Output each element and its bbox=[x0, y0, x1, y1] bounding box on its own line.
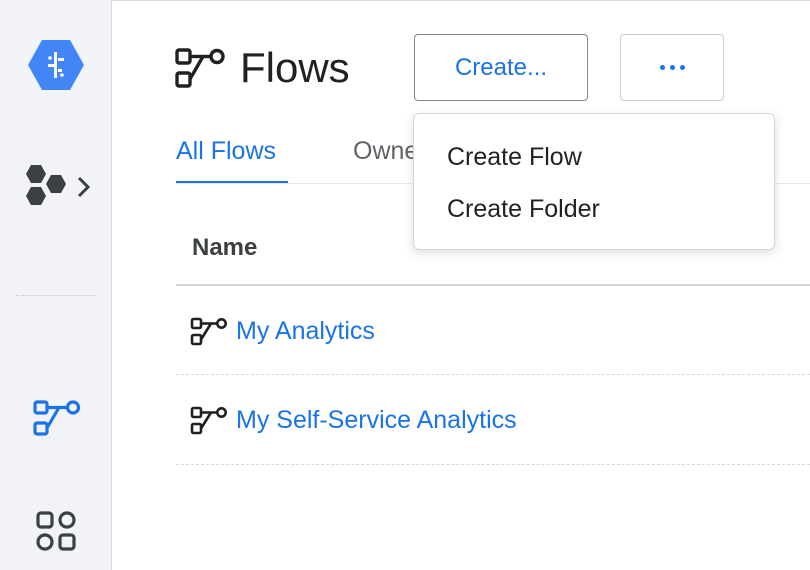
table-header-divider bbox=[176, 284, 810, 286]
create-button-label: Create... bbox=[454, 53, 548, 81]
create-dropdown-menu: Create Flow Create Folder bbox=[413, 113, 775, 250]
rail-item-flows[interactable] bbox=[30, 398, 82, 438]
tab-owned[interactable]: Owne bbox=[353, 134, 418, 168]
more-horiz-icon bbox=[659, 65, 685, 70]
rail-item-apps[interactable] bbox=[33, 508, 79, 554]
create-button[interactable]: Create... bbox=[414, 34, 588, 101]
row-divider bbox=[176, 464, 810, 465]
hexagons-icon bbox=[26, 165, 66, 205]
app-logo-icon bbox=[28, 40, 84, 90]
resources-menu-toggle[interactable] bbox=[20, 163, 96, 211]
flow-link[interactable]: My Analytics bbox=[236, 317, 375, 346]
more-options-button[interactable] bbox=[620, 34, 724, 101]
left-rail bbox=[0, 0, 112, 570]
table-row[interactable]: My Analytics bbox=[190, 313, 375, 349]
top-border bbox=[0, 0, 810, 1]
flow-icon bbox=[190, 317, 227, 346]
flow-icon bbox=[190, 406, 227, 435]
chevron-right-icon bbox=[77, 176, 91, 198]
page-title: Flows bbox=[240, 44, 350, 91]
flow-link[interactable]: My Self-Service Analytics bbox=[236, 406, 517, 435]
flows-title-icon bbox=[175, 48, 225, 88]
column-header-name[interactable]: Name bbox=[192, 234, 257, 262]
row-divider bbox=[176, 374, 810, 375]
apps-grid-icon bbox=[36, 511, 76, 551]
app-logo[interactable] bbox=[27, 38, 85, 92]
rail-divider bbox=[16, 295, 96, 296]
menu-item-create-folder[interactable]: Create Folder bbox=[447, 193, 600, 225]
table-row[interactable]: My Self-Service Analytics bbox=[190, 402, 517, 438]
menu-item-create-flow[interactable]: Create Flow bbox=[447, 141, 582, 173]
flows-icon bbox=[33, 400, 81, 436]
tab-all-flows[interactable]: All Flows bbox=[176, 134, 276, 168]
